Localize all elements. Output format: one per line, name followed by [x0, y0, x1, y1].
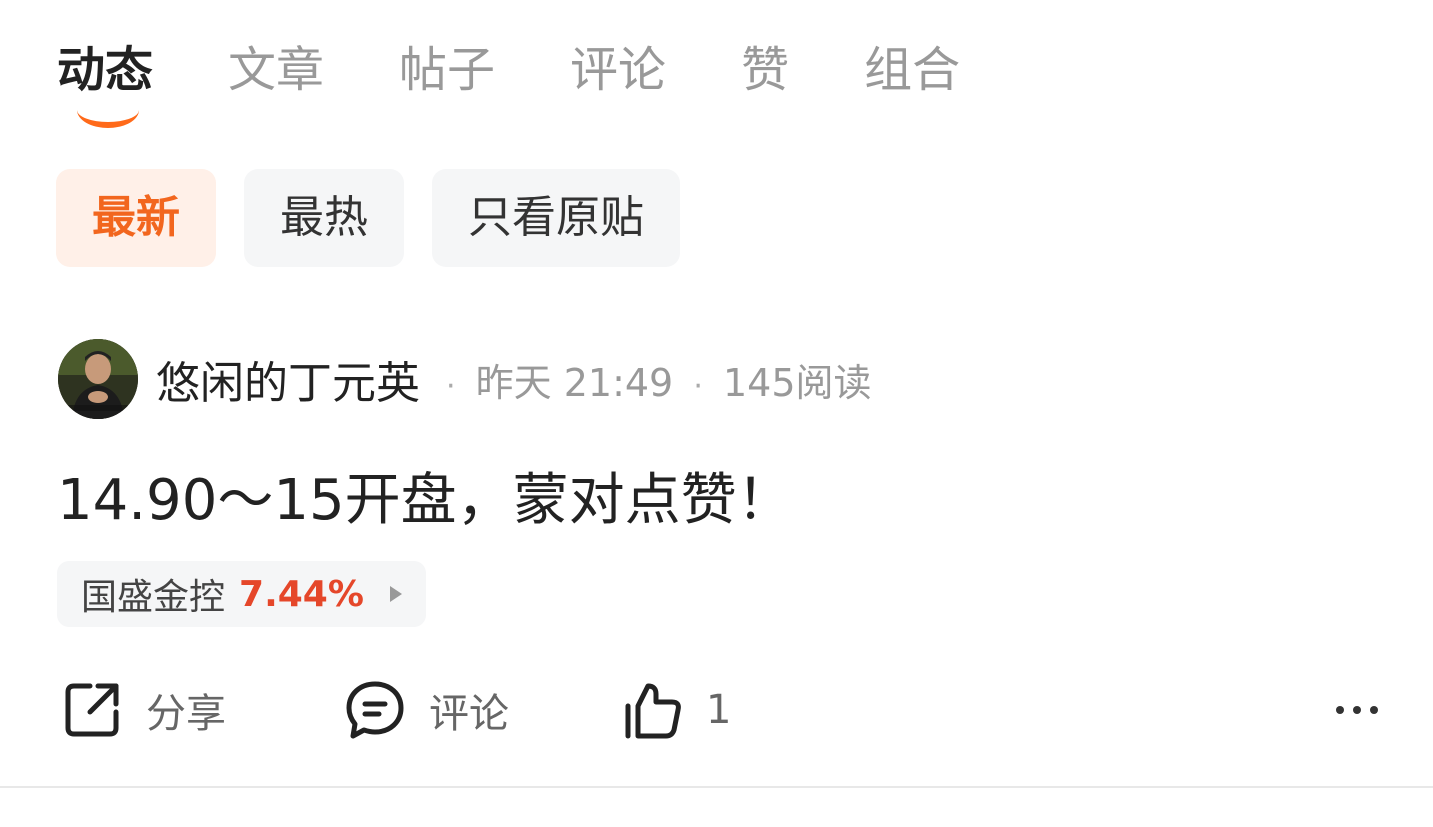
post-content[interactable]: 14.90～15开盘，蒙对点赞！ [57, 455, 793, 536]
like-button[interactable]: 1 [620, 668, 731, 752]
comment-button[interactable]: 评论 [343, 668, 509, 752]
avatar[interactable] [58, 339, 138, 419]
tab-label: 文章 [228, 42, 325, 98]
share-label: 分享 [146, 691, 226, 737]
more-icon [1353, 706, 1361, 714]
post-meta: · 昨天 21:49 · 145阅读 [438, 352, 872, 407]
tab-portfolio[interactable]: 组合 [864, 40, 960, 110]
filter-hot-button[interactable]: 最热 [244, 169, 404, 267]
stock-change: 7.44% [239, 573, 364, 615]
separator-dot: · [446, 368, 456, 404]
tab-label: 组合 [864, 42, 961, 98]
tab-likes[interactable]: 赞 [741, 40, 789, 110]
tab-label: 动态 [57, 42, 154, 98]
stock-tag[interactable]: 国盛金控 7.44% [57, 561, 426, 627]
more-icon [1336, 706, 1344, 714]
active-tab-indicator [77, 110, 139, 128]
tab-articles[interactable]: 文章 [228, 40, 324, 110]
stock-name: 国盛金控 [81, 577, 226, 618]
like-icon [625, 683, 681, 739]
share-button[interactable]: 分享 [60, 668, 226, 752]
tab-comments[interactable]: 评论 [570, 40, 666, 110]
content-tabs: 动态 文章 帖子 评论 赞 组合 [57, 40, 1035, 128]
tab-dynamic[interactable]: 动态 [57, 40, 154, 128]
tab-label: 帖子 [399, 42, 496, 98]
post-header: 悠闲的丁元英 · 昨天 21:49 · 145阅读 [58, 338, 872, 420]
share-icon [65, 683, 119, 737]
tab-label: 评论 [570, 42, 667, 98]
post-actions: 分享 评论 1 [0, 668, 1433, 752]
tab-label: 赞 [741, 42, 790, 98]
author-name[interactable]: 悠闲的丁元英 [156, 347, 420, 411]
profile-feed-page: 动态 文章 帖子 评论 赞 组合 最新 最热 只看原贴 悠闲的丁元英 · 昨天 … [0, 0, 1433, 827]
like-count: 1 [706, 687, 732, 733]
post-time: 昨天 21:49 [475, 360, 674, 405]
chevron-right-icon [389, 586, 402, 602]
filter-chips: 最新 最热 只看原贴 [56, 169, 680, 267]
more-icon [1370, 706, 1378, 714]
tab-posts[interactable]: 帖子 [399, 40, 495, 110]
read-count: 145阅读 [722, 360, 872, 405]
comment-icon [346, 681, 404, 739]
comment-label: 评论 [429, 691, 509, 737]
filter-original-only-button[interactable]: 只看原贴 [432, 169, 680, 267]
divider [0, 786, 1433, 788]
separator-dot: · [693, 368, 703, 404]
avatar-image [58, 339, 138, 419]
filter-latest-button[interactable]: 最新 [56, 169, 216, 267]
more-button[interactable] [1336, 668, 1378, 752]
